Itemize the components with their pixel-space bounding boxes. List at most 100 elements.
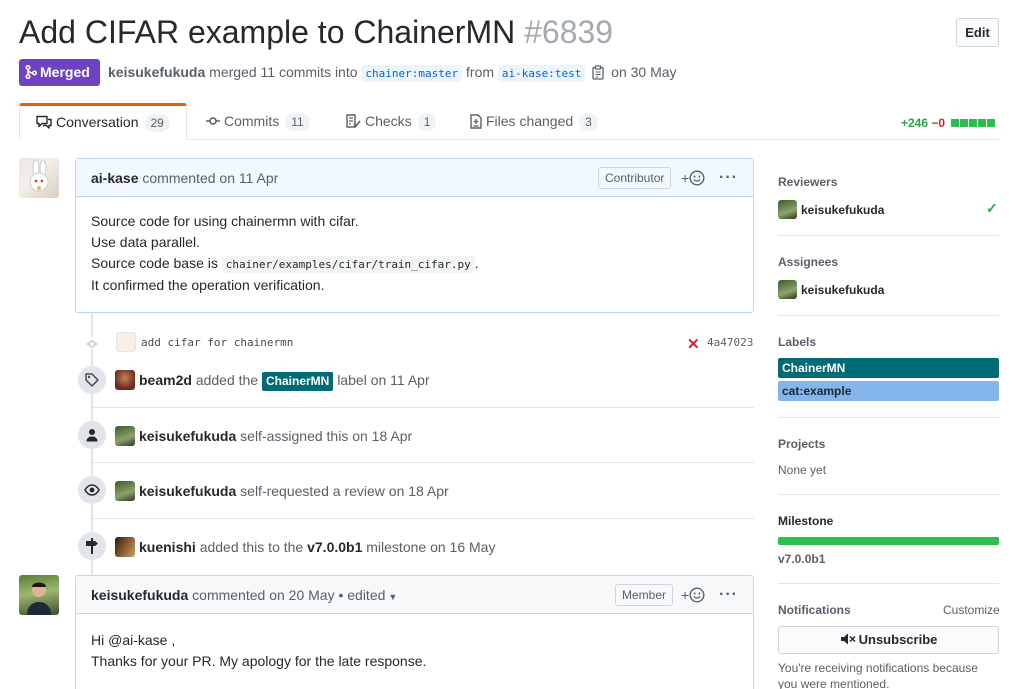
comment-discussion-icon — [36, 115, 52, 129]
kebab-menu-icon[interactable]: ··· — [719, 159, 738, 197]
timeline-separator — [91, 407, 754, 408]
comment-body: Hi @ai-kase , Thanks for your PR. My apo… — [76, 614, 753, 686]
commit-node — [86, 337, 98, 349]
event-user[interactable]: beam2d — [139, 372, 192, 388]
add-reaction-button[interactable]: + — [681, 159, 705, 197]
comment-header: keisukefukuda commented on 20 May • edit… — [76, 576, 753, 614]
sidebar-divider — [778, 315, 999, 316]
chevron-down-icon[interactable]: ▼ — [388, 592, 397, 602]
milestone-link[interactable]: v7.0.0b1 — [307, 539, 362, 555]
merged-label: Merged — [40, 64, 90, 80]
pr-number: #6839 — [524, 14, 614, 50]
event-icon — [78, 476, 106, 504]
add-reaction-button[interactable]: + — [681, 576, 705, 614]
sidebar-label-cat-example[interactable]: cat:example — [778, 381, 999, 401]
reviewers-heading[interactable]: Reviewers — [778, 175, 837, 189]
sidebar-divider — [778, 494, 999, 495]
milestone-icon — [86, 538, 98, 554]
tab-checks[interactable]: Checks 1 — [346, 103, 437, 140]
commit-sha[interactable]: 4a47023 — [707, 336, 753, 349]
smiley-icon — [689, 170, 705, 186]
avatar-beam2d[interactable] — [115, 370, 135, 390]
clipboard-icon[interactable] — [591, 65, 605, 80]
event-icon — [78, 421, 106, 449]
event-user[interactable]: kuenishi — [139, 539, 196, 555]
milestone-value[interactable]: v7.0.0b1 — [778, 552, 825, 566]
reviewer-item[interactable]: keisukefukuda — [778, 200, 884, 219]
sidebar-label-chainermn[interactable]: ChainerMN — [778, 358, 999, 378]
ci-failed-icon[interactable]: ✕ — [687, 335, 700, 353]
pr-author-link[interactable]: keisukefukuda — [108, 64, 205, 80]
merge-date: on 30 May — [611, 64, 677, 80]
pr-meta: keisukefukuda merged 11 commits into cha… — [108, 64, 677, 82]
sidebar-divider — [778, 235, 999, 236]
assignee-item[interactable]: keisukefukuda — [778, 280, 884, 299]
comment-timestamp[interactable]: commented on 11 Apr — [142, 170, 278, 186]
event-icon — [78, 366, 106, 394]
git-commit-icon — [206, 117, 220, 125]
diff-deletions: −0 — [931, 116, 946, 130]
avatar-keisukefukuda-large[interactable] — [19, 575, 59, 615]
checklist-icon — [346, 114, 361, 128]
comment-line: Use data parallel. — [91, 234, 200, 250]
tab-count: 3 — [579, 113, 598, 131]
base-branch[interactable]: chainer:master — [361, 65, 463, 82]
customize-link[interactable]: Customize — [943, 603, 1000, 617]
assignees-heading[interactable]: Assignees — [778, 255, 838, 269]
file-diff-icon — [470, 114, 482, 129]
commit-author-avatar[interactable] — [116, 332, 136, 352]
git-merge-icon — [25, 64, 38, 80]
comment-keisukefukuda: keisukefukuda commented on 20 May • edit… — [75, 575, 754, 689]
person-icon — [86, 429, 98, 442]
rabbit-avatar-icon — [29, 159, 49, 192]
comment-ai-kase: ai-kase commented on 11 Apr Contributor … — [75, 158, 754, 313]
kebab-menu-icon[interactable]: ··· — [719, 576, 738, 614]
head-branch[interactable]: ai-kase:test — [497, 65, 586, 82]
reviewer-avatar — [778, 200, 797, 219]
comment-timestamp[interactable]: commented on 20 May • edited — [192, 587, 385, 603]
avatar-keisukefukuda[interactable] — [115, 481, 135, 501]
diffstat[interactable]: +246 −0 — [901, 116, 996, 130]
tab-label: Commits — [224, 113, 280, 129]
event-user[interactable]: keisukefukuda — [139, 428, 236, 444]
comment-author[interactable]: keisukefukuda — [91, 587, 188, 603]
event-review-requested: keisukefukuda self-requested a review on… — [115, 481, 449, 501]
timeline-separator — [91, 518, 754, 519]
avatar-kuenishi[interactable] — [115, 537, 135, 557]
comment-body: Source code for using chainermn with cif… — [76, 197, 753, 310]
avatar-ai-kase[interactable] — [19, 158, 59, 198]
projects-heading[interactable]: Projects — [778, 437, 825, 451]
diff-additions: +246 — [901, 116, 929, 130]
tab-commits[interactable]: Commits 11 — [206, 103, 310, 140]
comment-author[interactable]: ai-kase — [91, 170, 138, 186]
event-label-added: beam2d added the ChainerMN label on 11 A… — [115, 370, 430, 391]
assignee-avatar — [778, 280, 797, 299]
unsubscribe-button[interactable]: Unsubscribe — [778, 626, 999, 654]
labels-heading[interactable]: Labels — [778, 335, 816, 349]
sidebar-divider — [778, 417, 999, 418]
eye-icon — [84, 484, 100, 496]
reviewer-name: keisukefukuda — [801, 203, 885, 217]
tab-label: Files changed — [486, 113, 574, 129]
comment-line: It confirmed the operation verification. — [91, 277, 325, 293]
commit-message[interactable]: add cifar for chainermn — [141, 336, 293, 349]
tab-files-changed[interactable]: Files changed 3 — [470, 103, 598, 140]
milestone-heading[interactable]: Milestone — [778, 514, 833, 528]
diffstat-blocks — [950, 116, 996, 130]
event-user[interactable]: keisukefukuda — [139, 483, 236, 499]
comment-line: Hi @ai-kase , — [91, 632, 176, 648]
edit-button[interactable]: Edit — [956, 18, 999, 47]
notifications-heading: Notifications — [778, 603, 851, 617]
tag-icon — [85, 373, 99, 387]
notification-reason: You're receiving notifications because y… — [778, 661, 978, 689]
avatar-keisukefukuda[interactable] — [115, 426, 135, 446]
projects-value: None yet — [778, 463, 827, 477]
label-chainermn[interactable]: ChainerMN — [262, 372, 334, 391]
author-role-badge: Contributor — [598, 167, 672, 189]
assignee-name: keisukefukuda — [801, 283, 885, 297]
tab-conversation[interactable]: Conversation 29 — [19, 103, 187, 140]
mute-icon — [840, 633, 856, 645]
merged-status-badge: Merged — [19, 59, 100, 86]
comment-line: Source code base is chainer/examples/cif… — [91, 255, 479, 273]
comment-header: ai-kase commented on 11 Apr Contributor … — [76, 159, 753, 197]
